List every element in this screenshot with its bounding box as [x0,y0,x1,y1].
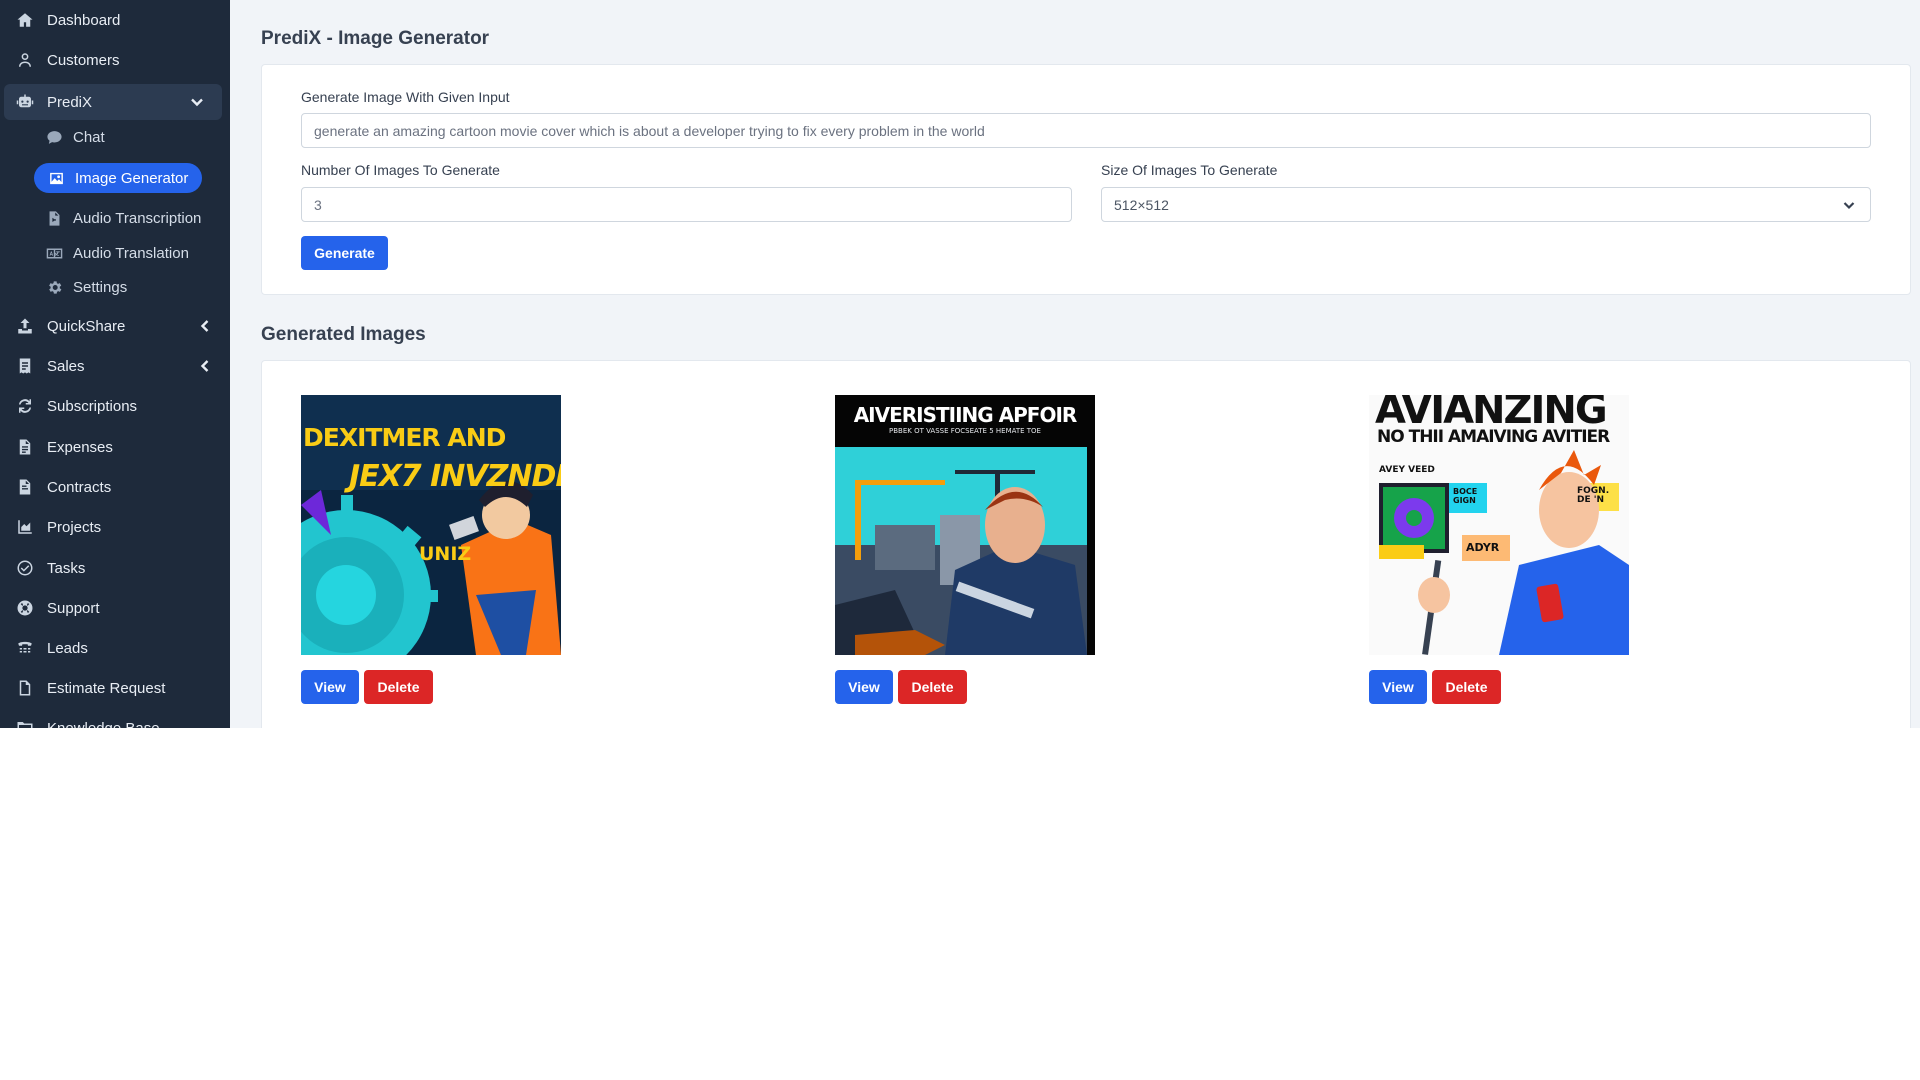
image-3-subtitle: NO THII AMAIVING AVITIER [1377,427,1610,447]
chevron-down-icon [1842,198,1856,212]
image-3-tag-2: BOCE GIGN [1453,487,1478,505]
chart-area-icon [14,516,36,538]
image-3-tag-3: FOGN. DE 'N [1577,486,1610,505]
sidebar-item-label: Subscriptions [47,397,138,415]
sidebar-item-label: Expenses [47,438,113,456]
sidebar-item-label: Support [47,599,100,617]
image-size-select[interactable]: 512×512 [1101,187,1871,222]
sidebar-item-leads[interactable]: Leads [0,631,230,665]
image-3-tag-4: ADYR [1466,541,1500,554]
prompt-input[interactable]: generate an amazing cartoon movie cover … [301,113,1871,148]
generated-image-2: AIVERISTIING APFOIR PBBEK OT VASSE FOCSE… [835,395,1095,655]
chevron-left-icon [198,319,212,333]
sidebar-item-predix[interactable]: PrediX [4,84,222,120]
sidebar-subitem-label: Audio Transcription [73,209,202,227]
tty-icon [14,637,36,659]
sidebar-item-customers[interactable]: Customers [0,43,230,77]
sidebar-item-projects[interactable]: Projects [0,510,230,544]
image-1-subtitle: JEX7 INVZNDEF [349,459,561,494]
size-label: Size Of Images To Generate [1101,162,1278,178]
view-image-1-button[interactable]: View [301,670,359,704]
sidebar-item-quickshare[interactable]: QuickShare [0,309,230,343]
sync-icon [14,395,36,417]
sidebar-item-label: Leads [47,639,88,657]
image-2-title: AIVERISTIING APFOIR [853,403,1078,427]
sidebar-item-label: QuickShare [47,317,126,335]
image-1-title: DEXITMER AND [303,423,506,452]
page-title: PrediX - Image Generator [261,28,490,49]
delete-image-3-button[interactable]: Delete [1432,670,1501,704]
delete-image-1-button[interactable]: Delete [364,670,433,704]
sidebar-item-estimate-request[interactable]: Estimate Request [0,671,230,705]
sidebar-item-support[interactable]: Support [0,591,230,625]
receipt-icon [14,355,36,377]
user-icon [14,49,36,71]
prompt-label: Generate Image With Given Input [301,89,510,105]
check-circle-icon [14,557,36,579]
sidebar-subitem-label: Image Generator [75,169,189,187]
generated-image-1: DEXITMER AND JEX7 INVZNDEF UNIZ [301,395,561,655]
count-label: Number Of Images To Generate [301,162,500,178]
sidebar-item-label: Sales [47,357,85,375]
image-count-input[interactable]: 3 [301,187,1072,222]
image-size-value: 512×512 [1114,196,1169,213]
life-ring-icon [14,597,36,619]
chevron-down-icon [190,95,204,109]
file-contract-icon [14,476,36,498]
sidebar-item-knowledge-base[interactable]: Knowledge Base [0,711,230,728]
upload-icon [14,315,36,337]
sidebar-item-label: Tasks [47,559,86,577]
chevron-left-icon [198,359,212,373]
sidebar-subitem-label: Settings [73,278,128,296]
generate-button[interactable]: Generate [301,236,388,270]
folder-icon [14,717,36,728]
file-icon [14,677,36,699]
sidebar-subitem-label: Audio Translation [73,244,189,262]
sidebar-item-sales[interactable]: Sales [0,349,230,383]
image-1-caption: UNIZ [419,543,472,565]
sidebar-item-subscriptions[interactable]: Subscriptions [0,389,230,423]
sidebar-subitem-chat[interactable]: Chat [0,122,230,152]
sidebar-item-tasks[interactable]: Tasks [0,551,230,585]
sidebar-item-dashboard[interactable]: Dashboard [0,3,230,37]
sidebar-subitem-audio-translation[interactable]: Audio Translation [0,238,230,268]
app-viewport: Dashboard Customers PrediX Chat Image Ge… [0,0,1920,728]
gear-icon [44,277,64,297]
sidebar-item-label: Knowledge Base [47,719,160,729]
image-3-tag-1: AVEY VEED [1379,465,1435,475]
sidebar-item-label: Contracts [47,478,112,496]
generated-image-3: AVIANZING NO THII AMAIVING AVITIER AVEY … [1369,395,1629,655]
sidebar-subitem-settings[interactable]: Settings [0,272,230,302]
image-2-subtitle: PBBEK OT VASSE FOCSEATE 5 HEMATE TOE [889,427,1041,435]
sidebar-subitem-label: Chat [73,128,105,146]
sidebar-item-expenses[interactable]: Expenses [0,430,230,464]
sidebar-subitem-audio-transcription[interactable]: Audio Transcription [0,203,230,233]
sidebar-item-label: Estimate Request [47,679,166,697]
generated-images-title: Generated Images [261,324,426,345]
robot-icon [14,91,36,113]
generated-images-card: DEXITMER AND JEX7 INVZNDEF UNIZ [261,360,1911,728]
comment-icon [44,127,64,147]
view-image-3-button[interactable]: View [1369,670,1427,704]
sidebar-subitem-image-generator[interactable]: Image Generator [34,163,202,193]
sidebar-item-label: Dashboard [47,11,121,29]
sidebar-item-label: Customers [47,51,120,69]
delete-image-2-button[interactable]: Delete [898,670,967,704]
home-icon [14,9,36,31]
generator-form-card: Generate Image With Given Input generate… [261,64,1911,295]
sidebar: Dashboard Customers PrediX Chat Image Ge… [0,0,230,728]
sidebar-item-contracts[interactable]: Contracts [0,470,230,504]
file-lines-icon [14,436,36,458]
sidebar-item-label: Projects [47,518,102,536]
view-image-2-button[interactable]: View [835,670,893,704]
language-icon [44,243,64,263]
sidebar-item-label: PrediX [47,93,93,111]
file-audio-icon [44,208,64,228]
image-icon [46,168,66,188]
